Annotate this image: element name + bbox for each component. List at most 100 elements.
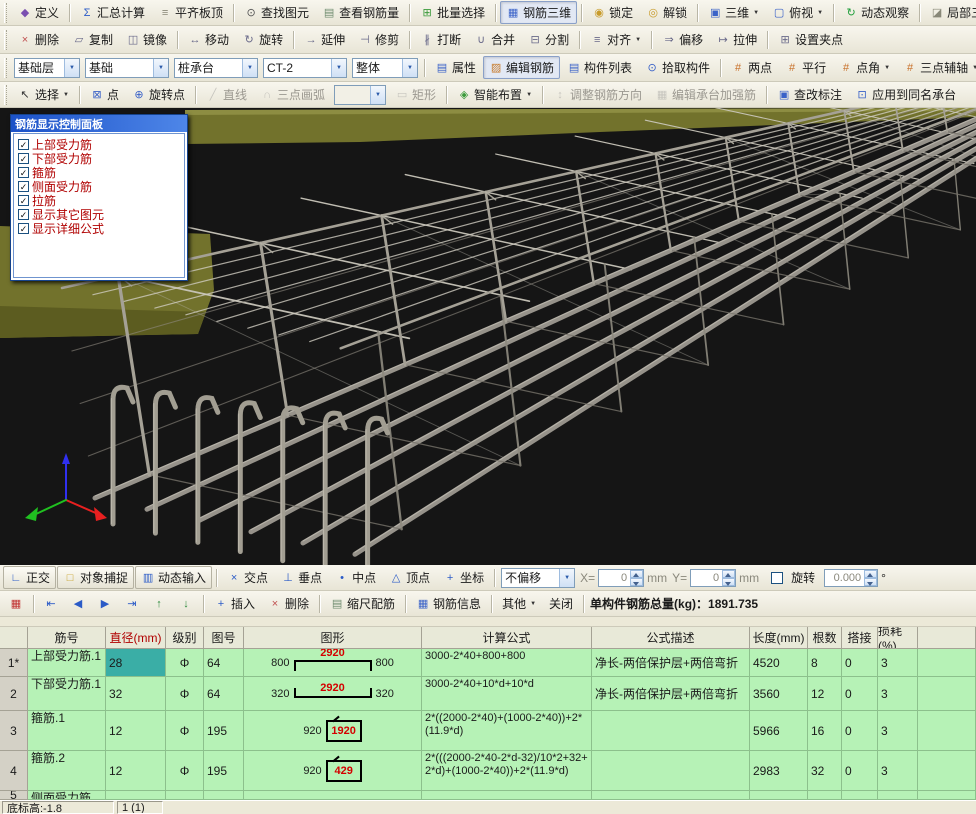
move-button[interactable]: ↔ 移动 <box>182 28 235 51</box>
nav-first-button[interactable]: ⇤ <box>38 595 64 613</box>
set-grip-button[interactable]: ⊞ 设置夹点 <box>772 28 849 51</box>
snap-midpoint-button[interactable]: • 中点 <box>329 566 382 589</box>
rotate-angle-input-spinner[interactable] <box>863 569 878 586</box>
nav-last-button[interactable]: ⇥ <box>119 595 145 613</box>
cell-jinhao[interactable]: 箍筋.1 <box>28 711 106 751</box>
cell-length[interactable] <box>750 791 808 800</box>
cell-lap[interactable]: 0 <box>842 677 878 711</box>
cell-count[interactable]: 32 <box>808 751 842 791</box>
x-input-spin-up-icon[interactable] <box>630 569 644 578</box>
rotate-angle-input[interactable]: 0.000 <box>824 568 879 587</box>
find-element-button[interactable]: ⊙ 查找图元 <box>238 1 315 24</box>
cell-shape[interactable]: 920 429 <box>244 751 422 791</box>
cell-rownum[interactable]: 2 <box>0 677 28 711</box>
cell-length[interactable]: 4520 <box>750 649 808 677</box>
cell-level[interactable] <box>166 791 204 800</box>
lock-button[interactable]: ◉ 锁定 <box>586 1 639 24</box>
cell-loss[interactable]: 3 <box>878 711 918 751</box>
offset-mode-combo-dropdown-icon[interactable]: ▼ <box>559 568 575 587</box>
cell-count[interactable]: 12 <box>808 677 842 711</box>
sum-calc-button[interactable]: Σ 汇总计算 <box>74 1 151 24</box>
unlock-button[interactable]: ◎ 解锁 <box>640 1 693 24</box>
rebar-3d-button[interactable]: ▦ 钢筋三维 <box>500 1 578 24</box>
align-button[interactable]: ≡ 对齐 ▼ <box>584 28 647 51</box>
component-list-button[interactable]: ▤ 构件列表 <box>561 56 638 79</box>
chk-side-rebar[interactable]: ✓ <box>18 180 29 192</box>
cell-clipped[interactable] <box>918 677 976 711</box>
cell-length[interactable]: 2983 <box>750 751 808 791</box>
insert-row-button[interactable]: + 插入 <box>208 592 261 615</box>
floor-combo[interactable]: 基础层 ▼ <box>14 57 80 78</box>
cell-shape[interactable]: 920 1920 <box>244 711 422 751</box>
record-grid-button[interactable]: ▦ <box>3 595 29 613</box>
offset-button[interactable]: ⇒ 偏移 <box>656 28 709 51</box>
cell-rownum[interactable]: 3 <box>0 711 28 751</box>
element-type-combo-dropdown-icon[interactable]: ▼ <box>242 58 257 77</box>
cell-formula-desc[interactable] <box>592 711 750 751</box>
properties-button[interactable]: ▤ 属性 <box>429 56 482 79</box>
cell-diameter[interactable]: 28 <box>106 649 166 677</box>
y-input[interactable]: 0 <box>690 568 737 587</box>
viewport-3d[interactable]: 钢筋显示控制面板 ✓ 上部受力筋 ✓ 下部受力筋 ✓ 箍筋 ✓ 侧面受力筋 ✓ 拉筋 ✓ 显示其它图元… <box>0 108 976 565</box>
cell-shape[interactable] <box>244 791 422 800</box>
copy-button[interactable]: ▱ 复制 <box>66 28 119 51</box>
cell-jinhao[interactable]: 侧面受力筋 <box>28 791 106 800</box>
x-input-spinner[interactable] <box>629 569 644 586</box>
three-point-aux-axis-button[interactable]: # 三点辅轴▼ <box>897 56 976 79</box>
panel-title-bar[interactable]: 钢筋显示控制面板 <box>11 115 187 132</box>
chk-stirrup[interactable]: ✓ <box>18 166 29 178</box>
extend-button[interactable]: → 延伸 <box>298 28 351 51</box>
close-grid-button[interactable]: 关闭 <box>543 592 579 615</box>
break-button[interactable]: ∦ 打断 <box>414 28 467 51</box>
pick-component-button[interactable]: ⊙ 拾取构件 <box>639 56 716 79</box>
cell-clipped[interactable] <box>918 751 976 791</box>
scope-combo[interactable]: 整体 ▼ <box>352 57 418 78</box>
y-input-spin-up-icon[interactable] <box>722 569 736 578</box>
nav-prev-button[interactable]: ◀ <box>65 595 91 613</box>
two-point-axis-button[interactable]: # 两点 <box>725 56 778 79</box>
cell-level[interactable]: Φ <box>166 711 204 751</box>
chk-tie-rebar[interactable]: ✓ <box>18 194 29 206</box>
row-up-button[interactable]: ↑ <box>146 595 172 613</box>
cell-length[interactable]: 5966 <box>750 711 808 751</box>
snap-intersection-button[interactable]: × 交点 <box>221 566 274 589</box>
rebar-info-button[interactable]: ▦ 钢筋信息 <box>410 592 487 615</box>
other-menu-button[interactable]: 其他 ▼ <box>496 592 542 615</box>
dynamic-orbit-button[interactable]: ↻ 动态观察 <box>838 1 915 24</box>
cell-formula[interactable]: 2*(((2000-2*40-2*d-32)/10*2+32+2*d)+(100… <box>422 751 592 791</box>
partial-3d-button[interactable]: ◪ 局部三维 <box>924 1 976 24</box>
cell-lap[interactable]: 0 <box>842 711 878 751</box>
point-angle-axis-button[interactable]: # 点角 ▼ <box>833 56 896 79</box>
edit-rebar-button[interactable]: ▨ 编辑钢筋 <box>483 56 561 79</box>
cell-formula-desc[interactable]: 净长-两倍保护层+两倍弯折 <box>592 677 750 711</box>
dynamic-input-toggle[interactable]: ▥ 动态输入 <box>135 566 213 589</box>
x-input[interactable]: 0 <box>598 568 645 587</box>
rotate-point-button[interactable]: ⊕ 旋转点 <box>126 83 191 106</box>
cell-clipped[interactable] <box>918 791 976 800</box>
stretch-button[interactable]: ↦ 拉伸 <box>710 28 763 51</box>
cell-shape[interactable]: 800 2920 800 <box>244 649 422 677</box>
three-point-arc-button[interactable]: ∩ 三点画弧 <box>254 83 331 106</box>
cell-lap[interactable]: 0 <box>842 649 878 677</box>
cell-diameter[interactable]: 32 <box>106 677 166 711</box>
rectangle-draw-button[interactable]: ▭ 矩形 <box>389 83 442 106</box>
cell-formula-desc[interactable]: 净长-两倍保护层+两倍弯折 <box>592 649 750 677</box>
nav-next-button[interactable]: ▶ <box>92 595 118 613</box>
cell-level[interactable]: Φ <box>166 649 204 677</box>
trim-button[interactable]: ⊣ 修剪 <box>352 28 405 51</box>
adjust-rebar-dir-button[interactable]: ↕ 调整钢筋方向 <box>547 83 648 106</box>
rotate-checkbox[interactable] <box>771 571 784 584</box>
cell-diameter[interactable]: 12 <box>106 711 166 751</box>
cell-jinhao[interactable]: 箍筋.2 <box>28 751 106 791</box>
cell-clipped[interactable] <box>918 711 976 751</box>
cell-clipped[interactable] <box>918 649 976 677</box>
chk-show-formula[interactable]: ✓ <box>18 222 29 234</box>
mirror-button[interactable]: ◫ 镜像 <box>120 28 173 51</box>
category-combo-dropdown-icon[interactable]: ▼ <box>153 58 168 77</box>
cell-jinhao[interactable]: 上部受力筋.1 <box>28 649 106 677</box>
line-draw-button[interactable]: ╱ 直线 <box>200 83 253 106</box>
element-type-combo[interactable]: 桩承台 ▼ <box>174 57 258 78</box>
merge-button[interactable]: ∪ 合并 <box>468 28 521 51</box>
cell-lap[interactable]: 0 <box>842 751 878 791</box>
check-annotation-button[interactable]: ▣ 查改标注 <box>771 83 848 106</box>
